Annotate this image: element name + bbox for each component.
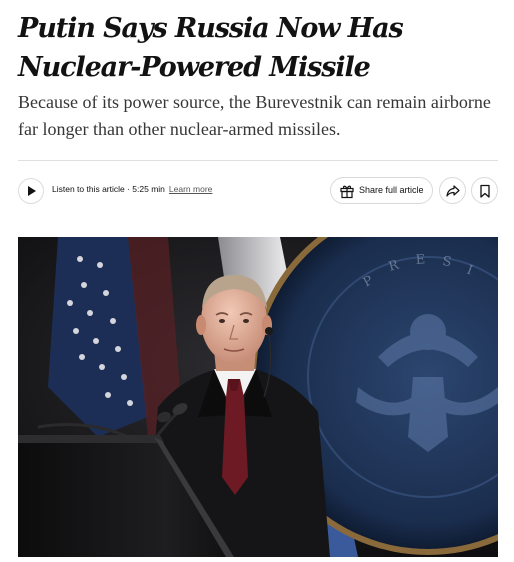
play-icon [28,186,36,196]
photo-illustration: P R E S I [18,237,498,557]
bookmark-button[interactable] [471,177,498,204]
share-arrow-icon [446,185,460,197]
article-summary: Because of its power source, the Bureves… [18,92,491,139]
divider [18,160,498,161]
play-button[interactable] [18,178,44,204]
learn-more-link[interactable]: Learn more [169,184,212,194]
svg-text:E: E [415,252,426,268]
gift-icon [340,185,354,199]
article-headline: Putin Says Russia Now Has Nuclear-Powere… [18,13,404,83]
bookmark-icon [480,184,490,198]
article-toolbar: Listen to this article · 5:25 min Learn m… [18,176,500,206]
listen-info: Listen to this article · 5:25 min Learn m… [52,184,212,194]
article-photo: P R E S I [18,237,498,557]
share-full-article-button[interactable]: Share full article [330,177,433,204]
share-button[interactable] [439,177,466,204]
listen-label: Listen to this article · 5:25 min [52,184,165,194]
share-label: Share full article [359,185,424,195]
